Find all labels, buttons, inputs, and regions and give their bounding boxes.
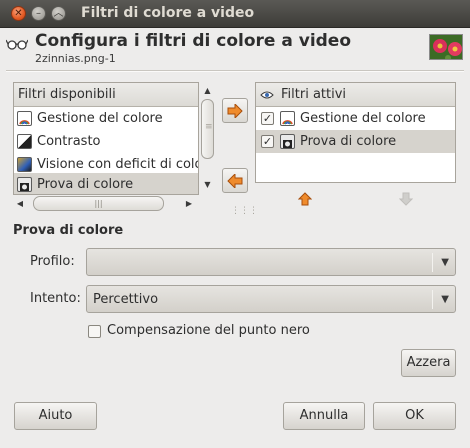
table-row[interactable]: ✓ Gestione del colore [256, 107, 455, 130]
ok-button[interactable]: OK [373, 402, 456, 430]
list-item[interactable]: Prova di colore [14, 173, 198, 194]
color-management-icon [280, 111, 295, 126]
profile-select[interactable]: ▼ [86, 248, 456, 276]
available-filters-header: Filtri disponibili [14, 83, 198, 107]
available-filters-list[interactable]: Filtri disponibili Gestione del colore C… [13, 82, 199, 195]
intent-select[interactable]: Percettivo ▼ [86, 285, 456, 313]
close-icon: ✕ [14, 7, 23, 19]
color-management-icon [17, 111, 32, 126]
eye-icon [260, 91, 274, 99]
color-deficit-icon [17, 157, 32, 172]
scrollbar-grip: ≡ [205, 122, 213, 132]
dialog-title: Configura i filtri di colore a video [35, 31, 352, 51]
active-filter-label: Prova di colore [300, 134, 397, 149]
combo-divider [432, 290, 433, 309]
color-proof-icon [17, 177, 32, 192]
scroll-down-arrow[interactable]: ▼ [199, 180, 216, 189]
arrow-down-icon[interactable] [399, 192, 413, 206]
visibility-checkbox[interactable]: ✓ [261, 135, 274, 148]
list-item-label: Contrasto [37, 134, 101, 149]
image-thumbnail [429, 34, 463, 60]
add-filter-button[interactable] [222, 98, 248, 123]
color-proof-icon [280, 134, 295, 149]
vertical-scrollbar-thumb[interactable]: ≡ [201, 99, 214, 159]
glasses-icon [6, 39, 28, 50]
zinnias-thumbnail-icon [430, 35, 462, 59]
scroll-up-arrow[interactable]: ▲ [199, 86, 216, 95]
list-item-label: Gestione del colore [37, 111, 163, 126]
intent-label: Intento: [30, 291, 81, 306]
table-row[interactable]: ✓ Prova di colore [256, 130, 455, 153]
header-separator [6, 70, 464, 72]
window-title: Filtri di colore a video [81, 5, 255, 21]
active-filters-list[interactable]: Filtri attivi ✓ Gestione del colore ✓ Pr… [255, 82, 456, 183]
arrow-right-icon [227, 103, 243, 118]
arrow-left-icon [227, 173, 243, 188]
remove-filter-button[interactable] [222, 168, 248, 193]
chevron-down-icon: ▼ [441, 294, 449, 305]
help-button[interactable]: Aiuto [14, 402, 97, 430]
title-bar: ✕ – ︿ Filtri di colore a video [0, 0, 470, 28]
close-window-button[interactable]: ✕ [11, 6, 26, 21]
intent-value: Percettivo [93, 292, 159, 307]
active-filter-label: Gestione del colore [300, 111, 426, 126]
active-filters-header: Filtri attivi [256, 83, 455, 107]
list-item-label: Prova di colore [37, 177, 134, 192]
visibility-checkbox[interactable]: ✓ [261, 112, 274, 125]
list-item[interactable]: Gestione del colore [14, 107, 198, 130]
cancel-button[interactable]: Annulla [283, 402, 365, 430]
blackpoint-label[interactable]: Compensazione del punto nero [107, 323, 310, 338]
maximize-icon: ︿ [53, 7, 64, 19]
arrow-up-icon[interactable] [298, 192, 312, 206]
active-filters-title: Filtri attivi [281, 87, 347, 102]
maximize-window-button[interactable]: ︿ [51, 6, 66, 21]
minimize-window-button[interactable]: – [31, 6, 46, 21]
scroll-right-arrow[interactable]: ▶ [183, 199, 195, 208]
chevron-down-icon: ▼ [441, 257, 449, 268]
image-name: 2zinnias.png-1 [35, 52, 116, 65]
scroll-left-arrow[interactable]: ◀ [14, 199, 26, 208]
pane-resize-grip[interactable]: ⋮⋮⋮ [231, 206, 258, 216]
contrast-icon [17, 134, 32, 149]
combo-divider [432, 253, 433, 272]
profile-label: Profilo: [30, 254, 75, 269]
blackpoint-checkbox[interactable] [88, 325, 101, 338]
list-item[interactable]: Contrasto [14, 130, 198, 153]
reset-button[interactable]: Azzera [401, 349, 456, 377]
minimize-icon: – [36, 7, 41, 19]
section-title: Prova di colore [13, 223, 124, 238]
horizontal-scrollbar-thumb[interactable]: ||| [33, 196, 164, 211]
